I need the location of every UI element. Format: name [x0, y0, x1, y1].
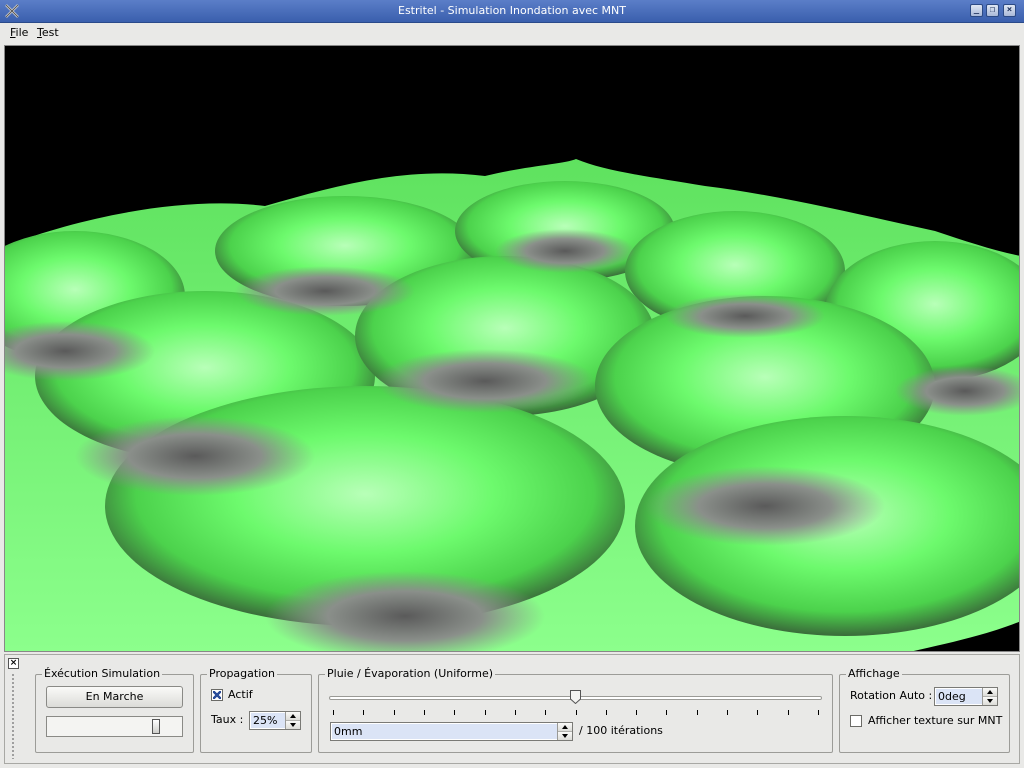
- rotation-input[interactable]: [936, 689, 983, 704]
- menu-file-label: File: [10, 26, 29, 39]
- menu-bar: File Test: [0, 23, 1024, 43]
- rain-slider-tick: [666, 710, 667, 715]
- rotation-label: Rotation Auto :: [850, 689, 933, 702]
- minimize-button[interactable]: _: [970, 4, 983, 17]
- rotation-spin-buttons: [982, 688, 997, 705]
- close-button[interactable]: ×: [1003, 4, 1016, 17]
- spin-down-icon[interactable]: [558, 732, 572, 740]
- propagation-group: Propagation Actif Taux :: [200, 667, 312, 753]
- spin-down-icon[interactable]: [286, 721, 300, 729]
- control-dock: × Éxécution Simulation En Marche Propaga…: [4, 654, 1020, 764]
- rain-slider-tick: [757, 710, 758, 715]
- rain-slider-handle[interactable]: [570, 690, 581, 704]
- menu-test[interactable]: Test: [37, 26, 59, 39]
- dock-close-button[interactable]: ×: [8, 658, 19, 669]
- run-button[interactable]: En Marche: [46, 686, 183, 708]
- rain-slider-tick: [697, 710, 698, 715]
- propagation-rate-input[interactable]: [251, 713, 286, 728]
- rain-slider-tick: [454, 710, 455, 715]
- main-window: Estritel - Simulation Inondation avec MN…: [0, 0, 1024, 768]
- spin-down-icon[interactable]: [983, 697, 997, 705]
- rain-group: Pluie / Évaporation (Uniforme) / 100 ité…: [318, 667, 833, 753]
- rain-slider-tick: [727, 710, 728, 715]
- rain-slider-tick: [606, 710, 607, 715]
- close-icon: ×: [1006, 5, 1013, 15]
- rain-slider-tick: [545, 710, 546, 715]
- title-bar[interactable]: Estritel - Simulation Inondation avec MN…: [0, 0, 1024, 23]
- rain-slider-tick: [576, 710, 577, 715]
- rotation-spinbox[interactable]: [934, 687, 998, 706]
- terrain-render[interactable]: [5, 46, 1020, 652]
- rain-slider-tick: [636, 710, 637, 715]
- execution-group: Éxécution Simulation En Marche: [35, 667, 194, 753]
- dock-grip-handle[interactable]: [11, 673, 15, 759]
- show-texture-checkbox[interactable]: [850, 715, 862, 727]
- terrain-3d-viewport[interactable]: [4, 45, 1020, 652]
- rain-slider-tick: [515, 710, 516, 715]
- display-group-title: Affichage: [846, 667, 902, 680]
- propagation-group-title: Propagation: [207, 667, 277, 680]
- menu-file[interactable]: File: [10, 26, 28, 39]
- rain-amount-input[interactable]: [332, 724, 558, 739]
- menu-test-label: Test: [37, 26, 59, 39]
- spin-up-icon[interactable]: [558, 723, 572, 732]
- rain-slider-tick: [485, 710, 486, 715]
- rain-slider-tick: [394, 710, 395, 715]
- display-group: Affichage Rotation Auto : Afficher textu…: [839, 667, 1010, 753]
- propagation-active-checkbox[interactable]: [211, 689, 223, 701]
- window-title: Estritel - Simulation Inondation avec MN…: [398, 4, 626, 17]
- minimize-icon: _: [973, 5, 980, 15]
- propagation-active-label: Actif: [228, 688, 253, 701]
- propagation-rate-spin-buttons: [285, 712, 300, 729]
- show-texture-label: Afficher texture sur MNT: [868, 714, 1003, 727]
- rain-slider-tick: [788, 710, 789, 715]
- close-icon: ×: [9, 658, 18, 668]
- rain-iterations-label: / 100 itérations: [579, 724, 663, 737]
- propagation-rate-spinbox[interactable]: [249, 711, 301, 730]
- rain-amount-spinbox[interactable]: [330, 722, 573, 741]
- propagation-rate-label: Taux :: [211, 713, 244, 726]
- rain-slider-tick: [333, 710, 334, 715]
- rain-slider-tick: [424, 710, 425, 715]
- maximize-button[interactable]: ❐: [986, 4, 999, 17]
- rain-amount-spin-buttons: [557, 723, 572, 740]
- spin-up-icon[interactable]: [286, 712, 300, 721]
- rain-group-title: Pluie / Évaporation (Uniforme): [325, 667, 496, 680]
- speed-slider[interactable]: [46, 716, 183, 737]
- rain-slider-tick: [818, 710, 819, 715]
- speed-slider-handle[interactable]: [152, 719, 160, 734]
- restore-icon: ❐: [989, 5, 996, 15]
- execution-group-title: Éxécution Simulation: [42, 667, 163, 680]
- spin-up-icon[interactable]: [983, 688, 997, 697]
- rain-slider-tick: [363, 710, 364, 715]
